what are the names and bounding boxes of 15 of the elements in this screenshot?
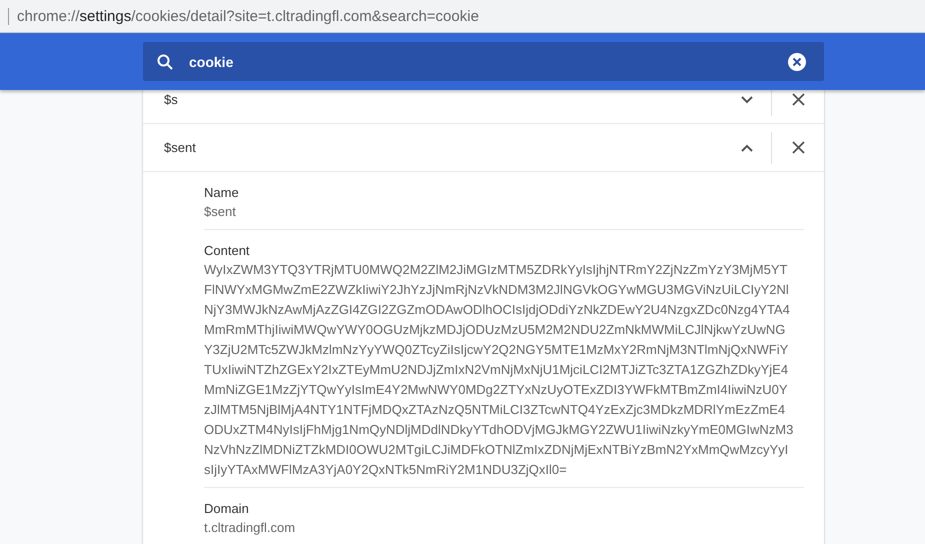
field-label: Name — [204, 184, 240, 202]
close-icon — [792, 141, 804, 154]
search-field[interactable]: cookie — [143, 42, 824, 81]
cookie-name: $s — [163, 92, 179, 107]
close-icon — [792, 93, 804, 106]
field-value: t.cltradingfl.com — [204, 519, 296, 537]
chevron-icon — [741, 144, 753, 152]
field-value: $sent — [204, 203, 237, 221]
chevron-icon — [741, 96, 753, 104]
field-value: WyIxZWM3YTQ3YTRjMTU0MWQ2M2ZlM2JiMGIzMTM5ZDRkYyIsIjhjNTRmY2ZjNzZmYzY3MjM5YTFlNWYxMGMwZmE2ZWZkIiwiY2JhYzJjNmRjNzVkNDM3M2JlNGVkOGYwMGU3MGViNzUiLCIyY2NlNjY3MWJkNzAwMjAzZGI4ZGI2ZGZmODAwODlhOCIsIjdjODdiYzNkZDEwY2U4NzgxZDc0Nzg4YTA4MmRmMThjIiwiMWQwYWY0OGUzMjkzMDJjODUzMzU5M2M2NDU2ZmNkMWMiLCJlNjkwYzUwNGY3ZjU2MTc5ZWJkMzlmNzYyYWQ0ZTcyZiIsIjcwY2Q2NGY5MTE1MzMxY2RmNjM3NTlmNjQxNWFiYTUxIiwiNTZhZGExY2IxZTEyMmU2NDJjZmIxN2VmNjMxNjU1MjciLCI2MTJiZTc3ZTA1ZGZhZDkyYjE4MmNiZGE1MzZjYTQwYyIsImE4Y2MwNWY0MDg2ZTYxNzUyOTExZDI3YWFkMTBmZmI4IiwiNzU0YzJlMTM5NjBlMjA4NTY1NTFjMDQxZTAzNzQ5NTMiLCI3ZTcwNTQ4YzExZjc3MDkzMDRlYmEzZmE4ODUxZTM4NyIsIjFhMjg1NmQyNDljMDdlNDkyYTdhODVjMGJkMGY2ZWU1IiwiNzkyYmE0MGIwNzM3NzVhNzZlMDNiZTZkMDI0OWU2MTgiLCJiMDFkOTNlZmIxZDNjMjExNTBiYzBmN2YxMmQwMzcyYyIsIjIyYTAxMWFlMzA3YjA0Y2QxNTk5NmRiY2M1NDU3ZjQxIl0= — [204, 261, 794, 479]
field-label: Content — [204, 242, 251, 260]
cookie-name: $sent — [163, 140, 197, 155]
field-label: Domain — [204, 500, 250, 518]
clear-icon[interactable] — [788, 52, 806, 70]
search-icon — [157, 54, 173, 70]
